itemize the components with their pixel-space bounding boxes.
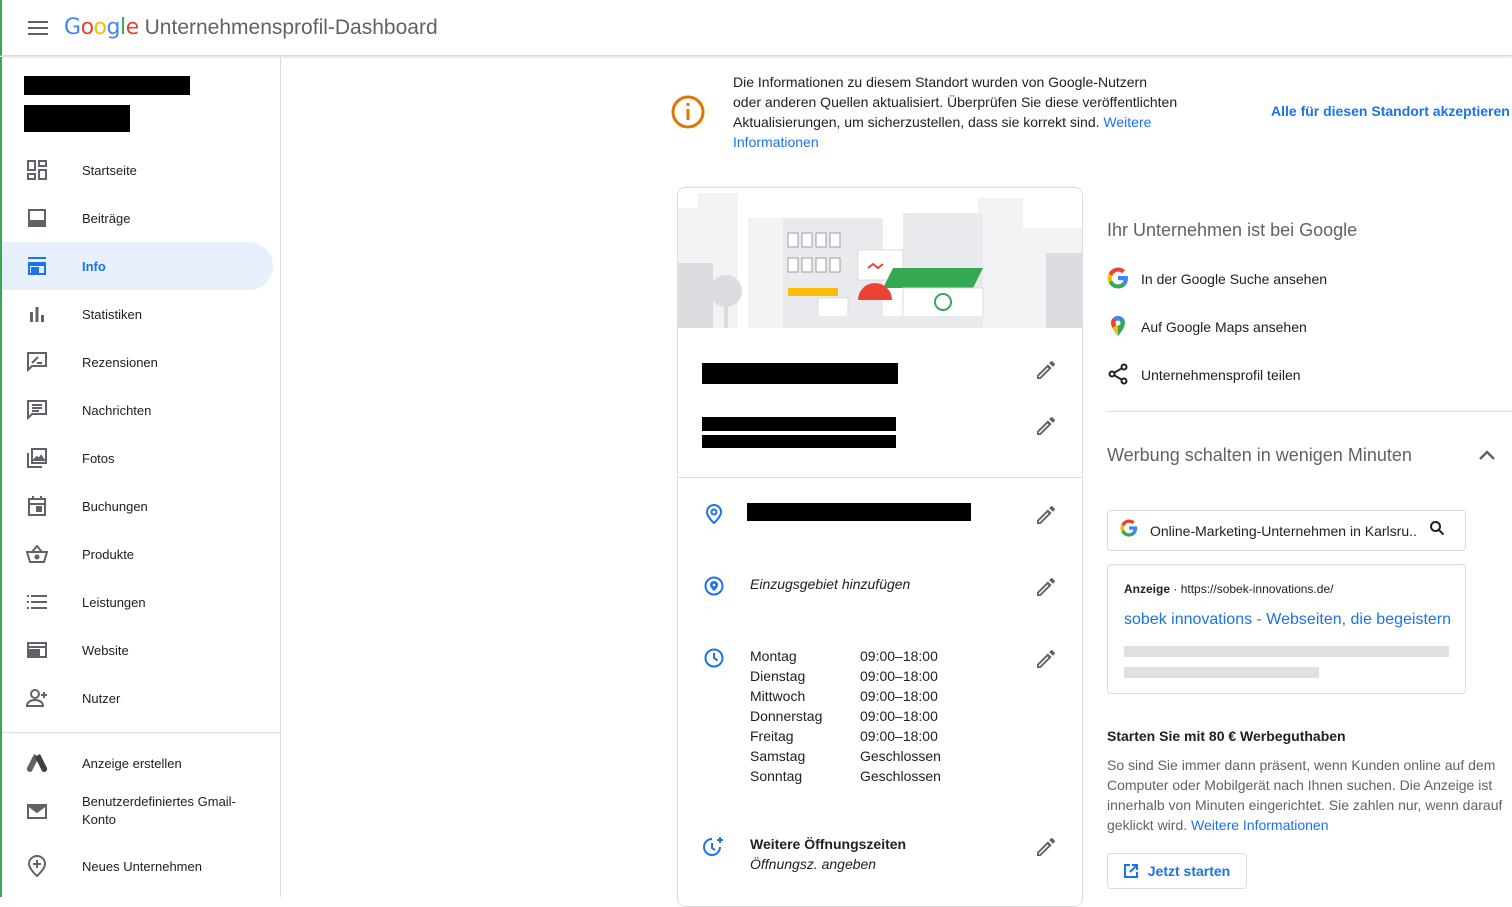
photo-library-icon (25, 446, 49, 470)
accept-all-link[interactable]: Alle für diesen Standort akzeptieren (1271, 103, 1510, 119)
hours-row: Sonntag Geschlossen (750, 768, 941, 784)
storefront-illustration (678, 188, 1082, 328)
ad-placeholder-line (1124, 646, 1449, 657)
location-pin-icon (702, 502, 726, 526)
edit-category-pencil-icon[interactable] (1034, 414, 1058, 438)
sidebar-item-gmail[interactable]: Benutzerdefiniertes Gmail-Konto (2, 787, 273, 835)
redacted-business-address (24, 105, 130, 132)
more-hours-subtitle[interactable]: Öffnungsz. angeben (750, 856, 876, 872)
update-banner-text: Die Informationen zu diesem Standort wur… (733, 74, 1178, 150)
sidebar-item-statistiken[interactable]: Statistiken (2, 290, 273, 338)
ad-meta: Anzeige · https://sobek-innovations.de/ (1124, 582, 1334, 596)
sidebar-item-beitraege[interactable]: Beiträge (2, 194, 273, 242)
dashboard-icon (25, 158, 49, 182)
add-location-icon (25, 854, 49, 878)
redacted-category-line (702, 417, 896, 431)
hours-row: Freitag 09:00–18:00 (750, 728, 938, 744)
clock-icon (702, 646, 726, 670)
card-divider (678, 477, 1082, 478)
warning-info-icon (670, 94, 706, 135)
redacted-category-line (702, 435, 896, 448)
redacted-business-name-field (702, 363, 898, 384)
on-google-title: Ihr Unternehmen ist bei Google (1107, 220, 1358, 240)
google-logo[interactable]: Google (64, 15, 139, 40)
sidebar-item-neues-unternehmen[interactable]: Neues Unternehmen (2, 842, 273, 890)
ad-preview-card: Anzeige · https://sobek-innovations.de/ … (1107, 564, 1466, 694)
share-icon (1107, 363, 1129, 388)
ad-search-query: Online-Marketing-Unternehmen in Karlsru.… (1150, 522, 1418, 539)
sidebar-item-produkte[interactable]: Produkte (2, 530, 273, 578)
open-in-new-icon (1123, 864, 1138, 878)
business-info-card: Einzugsgebiet hinzufügen Montag 09:00–18:… (677, 187, 1083, 907)
sidebar-divider (2, 732, 281, 733)
hours-row: Donnerstag 09:00–18:00 (750, 708, 938, 724)
start-now-button[interactable]: Jetzt starten (1107, 853, 1247, 889)
posts-icon (25, 206, 49, 230)
hours-row: Dienstag 09:00–18:00 (750, 668, 938, 684)
promo-title: Starten Sie mit 80 € Werbeguthaben (1107, 728, 1346, 744)
edit-hours-pencil-icon[interactable] (1034, 647, 1058, 671)
chevron-up-icon[interactable] (1478, 448, 1496, 466)
edit-service-area-pencil-icon[interactable] (1034, 575, 1058, 599)
ads-section-title: Werbung schalten in wenigen Minuten (1107, 445, 1412, 465)
sidebar: Startseite Beiträge Info Statistiken Rez… (0, 57, 281, 897)
more-hours-title: Weitere Öffnungszeiten (750, 836, 907, 852)
sidebar-item-leistungen[interactable]: Leistungen (2, 578, 273, 626)
edit-address-pencil-icon[interactable] (1034, 503, 1058, 527)
sidebar-item-startseite[interactable]: Startseite (2, 146, 273, 194)
google-ads-icon (25, 751, 49, 775)
sidebar-item-rezensionen[interactable]: Rezensionen (2, 338, 273, 386)
bar-chart-icon (25, 302, 49, 326)
ad-placeholder-line (1124, 667, 1319, 678)
storefront-icon (25, 254, 49, 278)
hours-row: Samstag Geschlossen (750, 748, 941, 764)
ad-preview-search-box: Online-Marketing-Unternehmen in Karlsru.… (1107, 510, 1466, 551)
edit-name-pencil-icon[interactable] (1034, 358, 1058, 382)
person-add-icon (25, 686, 49, 710)
hamburger-menu-icon[interactable] (14, 4, 62, 52)
google-g-icon (1107, 267, 1129, 292)
opening-hours-list: Montag 09:00–18:00 Dienstag 09:00–18:00 Mi… (750, 646, 941, 786)
sidebar-item-buchungen[interactable]: Buchungen (2, 482, 273, 530)
list-icon (25, 590, 49, 614)
sidebar-item-nutzer[interactable]: Nutzer (2, 674, 273, 722)
sidebar-item-nachrichten[interactable]: Nachrichten (2, 386, 273, 434)
top-app-bar: Google Unternehmensprofil-Dashboard (0, 0, 1512, 56)
share-profile-link[interactable]: Unternehmensprofil teilen (1107, 363, 1301, 387)
more-hours-clock-icon (702, 835, 726, 859)
sidebar-item-info[interactable]: Info (2, 242, 273, 290)
view-in-google-search-link[interactable]: In der Google Suche ansehen (1107, 267, 1327, 291)
sidebar-item-website[interactable]: Website (2, 626, 273, 674)
ad-headline: sobek innovations - Webseiten, die begei… (1124, 611, 1452, 628)
service-area-placeholder[interactable]: Einzugsgebiet hinzufügen (750, 576, 910, 592)
hours-row: Montag 09:00–18:00 (750, 648, 938, 664)
view-in-google-maps-link[interactable]: Auf Google Maps ansehen (1107, 315, 1307, 339)
redacted-business-name (24, 76, 190, 95)
search-icon (1430, 521, 1445, 540)
calendar-icon (25, 494, 49, 518)
sidebar-item-anzeige-erstellen[interactable]: Anzeige erstellen (2, 739, 273, 787)
promo-text: So sind Sie immer dann präsent, wenn Kun… (1107, 757, 1503, 833)
rate-review-icon (25, 350, 49, 374)
promo-more-info-link[interactable]: Weitere Informationen (1191, 817, 1328, 833)
basket-icon (25, 542, 49, 566)
app-title: Unternehmensprofil-Dashboard (144, 15, 438, 39)
google-g-icon (1120, 519, 1138, 542)
edit-more-hours-pencil-icon[interactable] (1034, 835, 1058, 859)
message-icon (25, 398, 49, 422)
google-maps-icon (1107, 315, 1129, 340)
gmail-icon (25, 799, 49, 823)
hours-row: Mittwoch 09:00–18:00 (750, 688, 938, 704)
service-area-icon (702, 574, 726, 598)
right-panel-divider (1107, 411, 1512, 412)
redacted-address-field (747, 503, 971, 521)
sidebar-item-fotos[interactable]: Fotos (2, 434, 273, 482)
web-icon (25, 638, 49, 662)
